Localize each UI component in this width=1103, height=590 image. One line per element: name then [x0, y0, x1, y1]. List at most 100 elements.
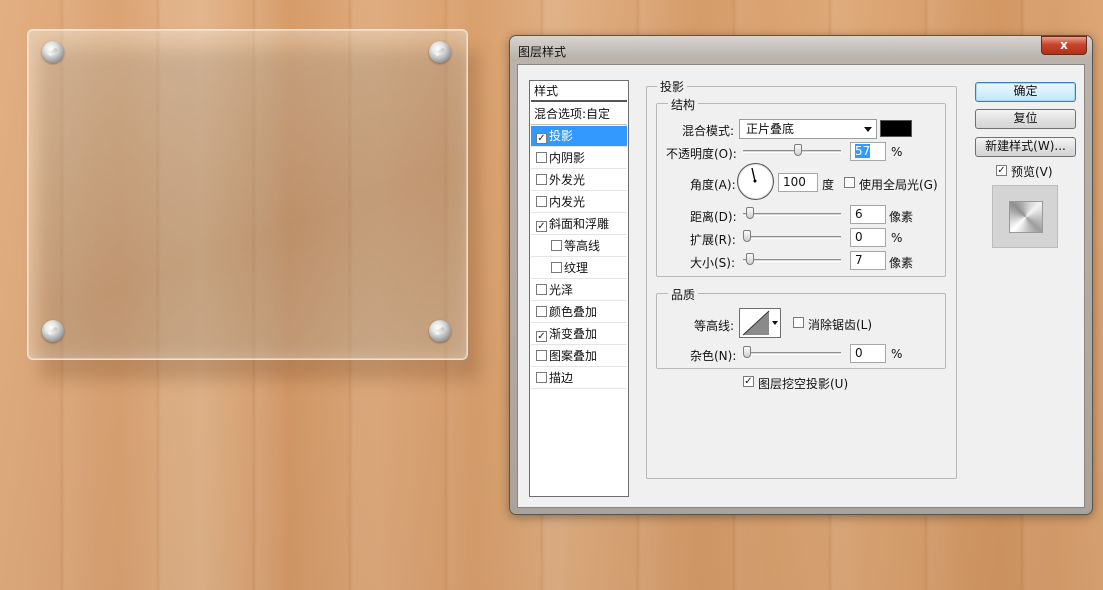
close-icon: x	[1060, 38, 1068, 52]
blend-mode-dropdown[interactable]: 正片叠底	[739, 119, 877, 139]
quality-title: 品质	[668, 286, 699, 303]
style-item-label: 内发光	[549, 195, 586, 209]
style-item[interactable]: 外发光	[531, 170, 627, 191]
shadow-color-swatch[interactable]	[880, 120, 912, 137]
glass-plate	[27, 29, 468, 360]
structure-title: 结构	[668, 96, 699, 113]
spread-input[interactable]: 0	[850, 228, 886, 247]
preview-swatch	[1009, 201, 1043, 233]
anti-alias-checkbox[interactable]	[793, 317, 804, 328]
size-value: 7	[855, 253, 863, 267]
style-item-label: 外发光	[549, 173, 586, 187]
style-item[interactable]: ✓ 斜面和浮雕	[531, 214, 627, 235]
distance-slider-track[interactable]	[743, 213, 841, 216]
style-item[interactable]: 纹理	[531, 258, 627, 279]
style-item-checkbox[interactable]	[536, 306, 547, 317]
knockout-checkbox[interactable]: ✓	[743, 376, 754, 387]
angle-unit: 度	[822, 178, 835, 192]
spread-unit: %	[891, 231, 903, 245]
noise-label: 杂色(N):	[690, 349, 737, 363]
knockout-label[interactable]: 图层挖空投影(U)	[758, 375, 848, 392]
chevron-down-icon	[864, 127, 872, 132]
contour-label: 等高线:	[694, 319, 735, 333]
style-item[interactable]: ✓ 渐变叠加	[531, 324, 627, 345]
distance-input[interactable]: 6	[850, 205, 886, 224]
styles-list-header[interactable]: 样式	[531, 81, 627, 102]
opacity-value: 57	[855, 144, 871, 158]
style-item-label: 斜面和浮雕	[549, 217, 610, 231]
blending-options-item[interactable]: 混合选项:自定	[531, 104, 627, 125]
spread-slider-thumb[interactable]	[743, 230, 751, 242]
anti-alias-label[interactable]: 消除锯齿(L)	[808, 316, 872, 333]
screw-icon	[429, 320, 451, 342]
style-item-checkbox[interactable]	[551, 240, 562, 251]
size-slider-thumb[interactable]	[745, 253, 754, 265]
distance-label: 距离(D):	[690, 210, 737, 224]
size-slider-track[interactable]	[743, 259, 841, 262]
style-preview-thumbnail	[992, 185, 1058, 248]
angle-input[interactable]: 100	[778, 173, 818, 192]
noise-value: 0	[855, 346, 863, 360]
preview-label[interactable]: 预览(V)	[1011, 163, 1053, 180]
size-input[interactable]: 7	[850, 251, 886, 270]
style-item-checkbox[interactable]: ✓	[536, 221, 547, 232]
spread-slider-track[interactable]	[743, 236, 841, 239]
style-item-checkbox[interactable]: ✓	[536, 331, 547, 342]
noise-slider-thumb[interactable]	[743, 346, 751, 358]
global-light-label[interactable]: 使用全局光(G)	[859, 176, 938, 193]
angle-dial[interactable]	[737, 163, 774, 200]
style-item[interactable]: 内发光	[531, 192, 627, 213]
contour-picker[interactable]	[739, 308, 781, 338]
style-item-label: 渐变叠加	[549, 327, 598, 341]
style-item-label: 等高线	[564, 239, 601, 253]
reset-button[interactable]: 复位	[975, 109, 1076, 129]
ok-button[interactable]: 确定	[975, 82, 1076, 102]
contour-linear-icon	[742, 310, 770, 336]
style-item[interactable]: ✓ 投影	[531, 126, 627, 147]
style-item[interactable]: 描边	[531, 368, 627, 389]
style-item-label: 光泽	[549, 283, 574, 297]
style-item[interactable]: 颜色叠加	[531, 302, 627, 323]
opacity-unit: %	[891, 145, 903, 159]
angle-value: 100	[783, 175, 806, 189]
distance-value: 6	[855, 207, 863, 221]
style-item[interactable]: 等高线	[531, 236, 627, 257]
opacity-slider-track[interactable]	[743, 150, 841, 153]
style-item-label: 投影	[549, 129, 574, 143]
style-item-checkbox[interactable]	[536, 196, 547, 207]
style-item-label: 内阴影	[549, 151, 586, 165]
spread-value: 0	[855, 230, 863, 244]
screw-icon	[429, 41, 451, 63]
dialog-client-area: 样式 混合选项:自定 ✓ 投影 内阴影 外发光 内发光 ✓ 斜面和浮雕 等高线 纹理 光泽 颜色叠加…	[517, 64, 1085, 508]
style-item[interactable]: 图案叠加	[531, 346, 627, 367]
style-item-checkbox[interactable]	[551, 262, 562, 273]
opacity-label: 不透明度(O):	[666, 147, 737, 161]
close-button[interactable]: x	[1041, 36, 1087, 55]
style-item[interactable]: 内阴影	[531, 148, 627, 169]
style-item-checkbox[interactable]	[536, 284, 547, 295]
global-light-checkbox[interactable]	[844, 177, 855, 188]
preview-checkbox[interactable]: ✓	[996, 165, 1007, 176]
dialog-title: 图层样式	[518, 45, 567, 59]
opacity-input[interactable]: 57	[850, 142, 886, 161]
style-item-label: 颜色叠加	[549, 305, 598, 319]
blend-mode-value: 正片叠底	[746, 122, 795, 136]
style-item-checkbox[interactable]: ✓	[536, 133, 547, 144]
style-item-checkbox[interactable]	[536, 350, 547, 361]
new-style-button[interactable]: 新建样式(W)...	[975, 137, 1076, 157]
distance-slider-thumb[interactable]	[745, 207, 754, 219]
screw-icon	[42, 41, 64, 63]
spread-label: 扩展(R):	[690, 233, 736, 247]
style-item-checkbox[interactable]	[536, 372, 547, 383]
opacity-slider-thumb[interactable]	[794, 144, 803, 156]
screw-icon	[42, 320, 64, 342]
blend-mode-label: 混合模式:	[682, 124, 735, 138]
style-item[interactable]: 光泽	[531, 280, 627, 301]
angle-label: 角度(A):	[690, 178, 736, 192]
noise-slider-track[interactable]	[743, 352, 841, 355]
style-item-checkbox[interactable]	[536, 152, 547, 163]
dialog-titlebar[interactable]: 图层样式 x	[510, 36, 1092, 64]
noise-input[interactable]: 0	[850, 344, 886, 363]
style-item-label: 纹理	[564, 261, 589, 275]
style-item-checkbox[interactable]	[536, 174, 547, 185]
